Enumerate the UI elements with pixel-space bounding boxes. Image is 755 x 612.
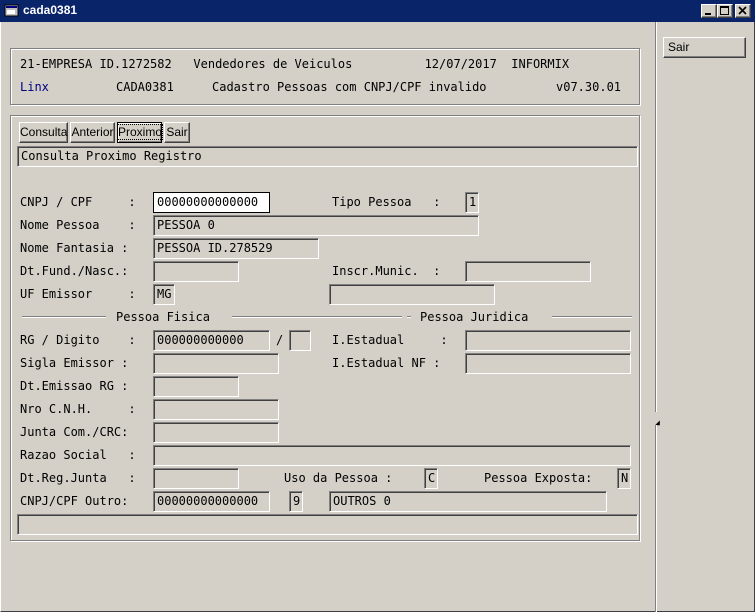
- razao-social-label: Razao Social :: [20, 448, 136, 462]
- tipo-pessoa-label: Tipo Pessoa :: [332, 195, 441, 209]
- inscr-munic-field[interactable]: [465, 261, 591, 282]
- nome-fantasia-label: Nome Fantasia :: [20, 241, 129, 255]
- program-code: CADA0381: [116, 80, 174, 94]
- fisica-divider-right: [232, 316, 402, 318]
- nome-fantasia-field[interactable]: PESSOA ID.278529: [153, 238, 319, 259]
- junta-com-field[interactable]: [153, 422, 279, 443]
- bottom-status-bar: [17, 514, 638, 535]
- maximize-icon: [720, 6, 729, 15]
- uf-emissor-field[interactable]: MG: [153, 284, 175, 305]
- uso-pessoa-label: Uso da Pessoa :: [284, 471, 393, 485]
- anterior-button[interactable]: Anterior: [70, 122, 115, 143]
- status-message: Consulta Proximo Registro: [17, 146, 638, 167]
- cnpj-field[interactable]: 00000000000000: [153, 192, 270, 213]
- sigla-emissor-label: Sigla Emissor :: [20, 356, 129, 370]
- version-label: v07.30.01: [556, 80, 622, 94]
- junta-com-label: Junta Com./CRC:: [20, 425, 129, 439]
- sigla-emissor-field[interactable]: [153, 353, 279, 374]
- side-panel-divider-lower: [655, 425, 657, 612]
- maximize-button[interactable]: [717, 4, 733, 18]
- nome-pessoa-label: Nome Pessoa :: [20, 218, 136, 232]
- cnpj-outro-desc-field: OUTROS 0: [329, 491, 607, 512]
- proximo-button[interactable]: Proximo: [116, 122, 164, 143]
- close-button[interactable]: [735, 4, 751, 18]
- i-estadual-label: I.Estadual :: [332, 333, 448, 347]
- side-exit-button[interactable]: Sair: [663, 37, 746, 58]
- fisica-divider-left: [22, 316, 106, 318]
- side-exit-label: Sair: [668, 40, 690, 54]
- cnpj-outro-digit-field[interactable]: 9: [289, 491, 303, 512]
- cnpj-label: CNPJ / CPF :: [20, 195, 136, 209]
- minimize-button[interactable]: [701, 4, 717, 18]
- section-pessoa-juridica: Pessoa Juridica: [420, 310, 529, 324]
- title-bar[interactable]: cada0381: [0, 0, 755, 22]
- dt-emissao-rg-label: Dt.Emissao RG :: [20, 379, 129, 393]
- dt-fund-label: Dt.Fund./Nasc.:: [20, 264, 129, 278]
- rg-field[interactable]: 000000000000: [153, 330, 270, 351]
- uf-emissor-label: UF Emissor :: [20, 287, 136, 301]
- dt-fund-field[interactable]: [153, 261, 239, 282]
- window-title: cada0381: [23, 3, 78, 17]
- cnh-label: Nro C.N.H. :: [20, 402, 136, 416]
- brand-label: Linx: [20, 80, 49, 94]
- section-pessoa-fisica: Pessoa Fisica: [116, 310, 210, 324]
- tipo-pessoa-field[interactable]: 1: [465, 192, 479, 213]
- inscr-munic-label: Inscr.Munic. :: [332, 264, 441, 278]
- side-panel-divider: [655, 22, 657, 412]
- rg-digit-field[interactable]: [289, 330, 311, 351]
- nome-pessoa-field[interactable]: PESSOA 0: [153, 215, 479, 236]
- juridica-divider-left: [407, 316, 411, 318]
- cnh-field[interactable]: [153, 399, 279, 420]
- pessoa-exposta-field[interactable]: N: [617, 468, 631, 489]
- dt-reg-junta-label: Dt.Reg.Junta :: [20, 471, 136, 485]
- rg-separator: /: [276, 333, 284, 347]
- i-estadual-nf-label: I.Estadual NF :: [332, 356, 441, 370]
- app-window-icon: [4, 3, 20, 19]
- razao-social-field[interactable]: [153, 445, 631, 466]
- header-line-1: 21-EMPRESA ID.1272582 Vendedores de Veic…: [20, 57, 570, 71]
- cnpj-outro-label: CNPJ/CPF Outro:: [20, 494, 129, 508]
- uf-emissor-desc-field: [329, 284, 495, 305]
- pessoa-exposta-label: Pessoa Exposta:: [484, 471, 593, 485]
- dt-reg-junta-field[interactable]: [153, 468, 239, 489]
- uso-pessoa-field[interactable]: C: [424, 468, 438, 489]
- dt-emissao-rg-field[interactable]: [153, 376, 239, 397]
- cnpj-outro-field[interactable]: 00000000000000: [153, 491, 270, 512]
- screen-subtitle: Cadastro Pessoas com CNPJ/CPF invalido: [212, 80, 487, 94]
- i-estadual-nf-field[interactable]: [465, 353, 631, 374]
- rg-label: RG / Digito :: [20, 333, 136, 347]
- close-icon: [738, 6, 747, 15]
- minimize-icon: [705, 13, 711, 15]
- consulta-button[interactable]: Consulta: [19, 122, 68, 143]
- sair-button[interactable]: Sair: [164, 122, 190, 143]
- i-estadual-field[interactable]: [465, 330, 631, 351]
- juridica-divider-right: [552, 316, 632, 318]
